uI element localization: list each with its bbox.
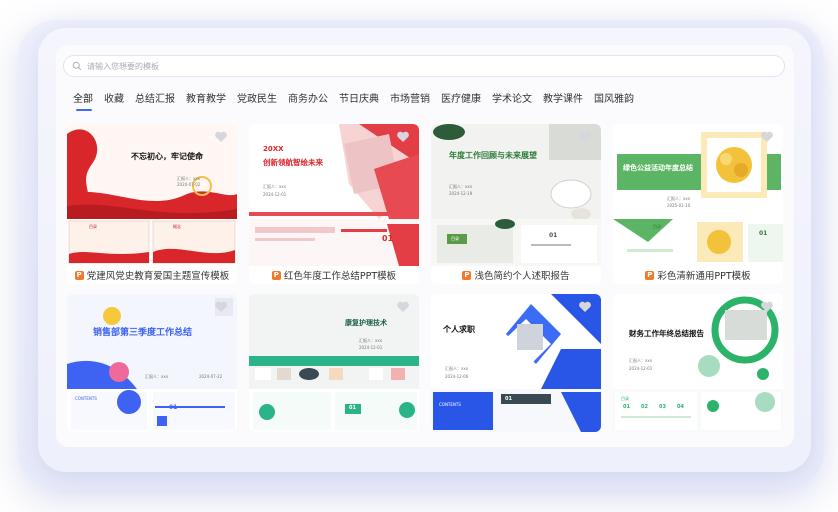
template-card[interactable]: 不忘初心，牢记使命 汇报人：xxx 2024-07-02 目录 概念 P 党建风党… <box>67 124 237 284</box>
search-placeholder: 请输入您想要的模板 <box>87 61 159 71</box>
thumbnail-date: 2024-12-01 <box>263 192 287 197</box>
ppt-icon: P <box>271 270 281 280</box>
thumbnail-presenter: 汇报人：xxx <box>359 338 383 343</box>
template-thumbnail: 20XX 创新领航智绘未来 汇报人：xxx 2024-12-01 01 <box>249 124 419 266</box>
template-title: 党建风党史教育爱国主题宣传模板 <box>86 271 230 282</box>
thumbnail-date: 2024-12-19 <box>449 191 473 196</box>
template-thumbnail: 财务工作年终总结报告 汇报人：xxx 2024-12-01 目录 01 02 0… <box>613 294 783 432</box>
tab-education[interactable]: 教育教学 <box>186 90 226 105</box>
tab-festival[interactable]: 节日庆典 <box>339 90 379 105</box>
template-card[interactable]: 个人求职 汇报人：xxx 2024-12-06 CONTENTS 01 <box>431 294 601 432</box>
thumbnail-title: 康复护理技术 <box>345 319 387 327</box>
thumbnail-tag: 目录 <box>653 224 661 229</box>
thumbnail-title: 绿色公益活动年度总结 <box>623 164 693 172</box>
thumbnail-number: 02 <box>641 404 648 410</box>
thumbnail-date: 2024-12-01 <box>629 366 653 371</box>
thumbnail-presenter: 汇报人：xxx <box>629 358 653 363</box>
thumbnail-title: 不忘初心，牢记使命 <box>131 152 203 161</box>
favorite-heart-icon[interactable] <box>760 130 774 144</box>
thumbnail-date: 2024-12-01 <box>359 345 383 350</box>
thumbnail-presenter: 汇报人：xxx <box>449 184 473 189</box>
template-card[interactable]: 年度工作回顾与未来展望 汇报人：xxx 2024-12-19 目录 01 P 浅色… <box>431 124 601 284</box>
template-thumbnail: 销售部第三季度工作总结 汇报人：xxx 2024-07-22 CONTENTS … <box>67 294 237 432</box>
template-card[interactable]: 康复护理技术 汇报人：xxx 2024-12-01 01 <box>249 294 419 432</box>
ppt-icon: P <box>645 270 655 280</box>
thumbnail-number: 03 <box>659 404 666 410</box>
template-card[interactable]: 20XX 创新领航智绘未来 汇报人：xxx 2024-12-01 01 P 红色年… <box>249 124 419 284</box>
thumbnail-tag: CONTENTS <box>439 402 461 407</box>
thumbnail-title: 创新领航智绘未来 <box>263 158 323 167</box>
ppt-icon: P <box>462 270 472 280</box>
template-thumbnail: 康复护理技术 汇报人：xxx 2024-12-01 01 <box>249 294 419 432</box>
favorite-heart-icon[interactable] <box>760 300 774 314</box>
template-thumbnail: 不忘初心，牢记使命 汇报人：xxx 2024-07-02 目录 概念 <box>67 124 237 266</box>
favorite-heart-icon[interactable] <box>214 130 228 144</box>
category-tabs: 全部 收藏 总结汇报 教育教学 党政民生 商务办公 节日庆典 市场营销 医疗健康… <box>73 90 645 111</box>
thumbnail-number: 01 <box>505 396 512 402</box>
thumbnail-title: 财务工作年终总结报告 <box>629 329 704 338</box>
thumbnail-art <box>67 294 237 432</box>
thumbnail-number: 01 <box>549 232 558 239</box>
thumbnail-number: 01 <box>759 230 768 237</box>
tab-academic-paper[interactable]: 学术论文 <box>492 90 532 105</box>
thumbnail-title: 个人求职 <box>443 325 475 334</box>
tab-all[interactable]: 全部 <box>73 90 93 111</box>
favorite-heart-icon[interactable] <box>396 300 410 314</box>
tab-medical-health[interactable]: 医疗健康 <box>441 90 481 105</box>
thumbnail-year: 20XX <box>263 145 284 153</box>
search-icon <box>72 61 82 71</box>
template-title: 彩色清新通用PPT模板 <box>657 271 751 282</box>
favorite-heart-icon[interactable] <box>214 300 228 314</box>
template-title: 红色年度工作总结PPT模板 <box>283 271 397 282</box>
template-caption: P 红色年度工作总结PPT模板 <box>249 266 419 284</box>
favorite-heart-icon[interactable] <box>578 130 592 144</box>
thumbnail-presenter: 汇报人：xxx <box>445 366 469 371</box>
thumbnail-art <box>613 124 783 266</box>
favorite-heart-icon[interactable] <box>578 300 592 314</box>
tab-courseware[interactable]: 教学课件 <box>543 90 583 105</box>
template-caption: P 浅色简约个人述职报告 <box>431 266 601 284</box>
tab-summary-report[interactable]: 总结汇报 <box>135 90 175 105</box>
thumbnail-tag: 目录 <box>621 396 629 401</box>
thumbnail-number: 04 <box>677 404 684 410</box>
template-caption: P 彩色清新通用PPT模板 <box>613 266 783 284</box>
thumbnail-number: 01 <box>623 404 630 410</box>
thumbnail-tag: 概念 <box>173 224 181 229</box>
ppt-icon: P <box>74 270 84 280</box>
tab-favorites[interactable]: 收藏 <box>104 90 124 105</box>
template-title: 浅色简约个人述职报告 <box>474 271 570 282</box>
tab-party-government[interactable]: 党政民生 <box>237 90 277 105</box>
thumbnail-number: 01 <box>169 404 178 411</box>
template-caption: P 党建风党史教育爱国主题宣传模板 <box>67 266 237 284</box>
template-thumbnail: 个人求职 汇报人：xxx 2024-12-06 CONTENTS 01 <box>431 294 601 432</box>
thumbnail-title: 年度工作回顾与未来展望 <box>449 151 537 160</box>
thumbnail-presenter: 汇报人：xxx <box>667 196 691 201</box>
tab-marketing[interactable]: 市场营销 <box>390 90 430 105</box>
thumbnail-date: 2025-01-10 <box>667 203 691 208</box>
thumbnail-presenter: 汇报人：xxx <box>145 374 169 379</box>
thumbnail-date: 2024-07-22 <box>199 374 223 379</box>
thumbnail-tag: 目录 <box>451 236 459 241</box>
thumbnail-presenter: 汇报人：xxx <box>263 184 287 189</box>
template-card[interactable]: 财务工作年终总结报告 汇报人：xxx 2024-12-01 目录 01 02 0… <box>613 294 783 432</box>
thumbnail-tag: 目录 <box>89 224 97 229</box>
thumbnail-number: 01 <box>349 405 356 411</box>
search-input[interactable]: 请输入您想要的模板 <box>63 55 785 77</box>
favorite-heart-icon[interactable] <box>396 130 410 144</box>
tab-business-office[interactable]: 商务办公 <box>288 90 328 105</box>
template-thumbnail: 年度工作回顾与未来展望 汇报人：xxx 2024-12-19 目录 01 <box>431 124 601 266</box>
thumbnail-number: 01 <box>382 234 394 243</box>
thumbnail-title: 销售部第三季度工作总结 <box>93 328 193 338</box>
thumbnail-tag: CONTENTS <box>75 396 97 401</box>
thumbnail-art <box>431 294 601 432</box>
template-card[interactable]: 绿色公益活动年度总结 汇报人：xxx 2025-01-10 目录 01 P 彩色清… <box>613 124 783 284</box>
thumbnail-date: 2024-12-06 <box>445 374 469 379</box>
template-card[interactable]: 销售部第三季度工作总结 汇报人：xxx 2024-07-22 CONTENTS … <box>67 294 237 432</box>
thumbnail-art <box>67 124 237 266</box>
thumbnail-date: 2024-07-02 <box>177 182 201 187</box>
thumbnail-art <box>249 294 419 432</box>
tab-chinese-style[interactable]: 国风雅韵 <box>594 90 634 105</box>
template-thumbnail: 绿色公益活动年度总结 汇报人：xxx 2025-01-10 目录 01 <box>613 124 783 266</box>
